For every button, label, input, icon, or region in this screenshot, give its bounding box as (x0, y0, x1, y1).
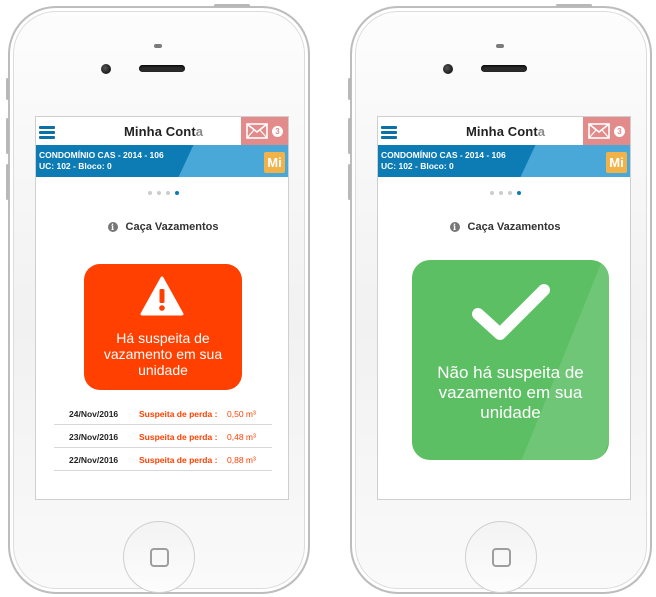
condominium-name: CONDOMÍNIO CAS - 2014 - 106 (381, 150, 506, 160)
info-icon[interactable]: i (449, 222, 460, 232)
volume-down-button (6, 164, 9, 200)
loss-value: 0,88 m³ (227, 455, 256, 465)
section-title: i Caça Vazamentos (378, 221, 630, 233)
app-screen: Minha Conta 3 CONDOMÍNIO CAS - 2014 - 10… (377, 116, 631, 500)
warning-triangle-icon (140, 276, 184, 316)
loss-value: 0,50 m³ (227, 409, 256, 419)
no-leak-card: Não há suspeita de vazamento em sua unid… (412, 260, 609, 460)
power-button (556, 4, 592, 7)
phone-mockup-no-leak: Minha Conta 3 CONDOMÍNIO CAS - 2014 - 10… (348, 4, 652, 594)
mute-switch (6, 78, 9, 100)
no-leak-text: Não há suspeita de vazamento em sua unid… (437, 363, 584, 422)
messages-button[interactable]: 3 (583, 117, 630, 145)
list-item: 24/Nov/2016 Suspeita de perda : 0,50 m³ (54, 402, 272, 425)
app-header: Minha Conta 3 (378, 117, 630, 145)
earpiece-speaker (481, 65, 527, 72)
loss-date: 23/Nov/2016 (69, 432, 119, 442)
page-dot[interactable] (147, 191, 152, 195)
app-header: Minha Conta 3 (36, 117, 288, 145)
home-button[interactable] (123, 521, 195, 593)
hamburger-menu-icon[interactable] (39, 126, 55, 139)
leak-alert-card: Há suspeita de vazamento em sua unidade (84, 264, 242, 390)
loss-value: 0,48 m³ (227, 432, 256, 442)
message-count-badge: 3 (614, 126, 625, 137)
volume-up-button (6, 118, 9, 154)
brand-badge: Mi (264, 152, 285, 173)
page-dot-active[interactable] (516, 191, 521, 195)
page-dot[interactable] (489, 191, 494, 195)
message-count-badge: 3 (272, 126, 283, 137)
loss-label: Suspeita de perda : (139, 432, 218, 442)
list-item: 23/Nov/2016 Suspeita de perda : 0,48 m³ (54, 425, 272, 448)
earpiece-speaker (139, 65, 185, 72)
front-camera (101, 64, 111, 74)
section-title: i Caça Vazamentos (36, 221, 288, 233)
loss-date: 24/Nov/2016 (69, 409, 119, 419)
proximity-sensor (496, 44, 504, 48)
app-screen: Minha Conta 3 CONDOMÍNIO CAS - 2014 - 10… (35, 116, 289, 500)
page-dot-active[interactable] (174, 191, 179, 195)
list-item: 22/Nov/2016 Suspeita de perda : 0,88 m³ (54, 448, 272, 471)
page-dot[interactable] (507, 191, 512, 195)
unit-info: UC: 102 - Bloco: 0 (39, 161, 112, 171)
page-indicator[interactable] (36, 191, 288, 197)
brand-badge: Mi (606, 152, 627, 173)
power-button (214, 4, 250, 7)
proximity-sensor (154, 44, 162, 48)
unit-info: UC: 102 - Bloco: 0 (381, 161, 454, 171)
envelope-icon (246, 123, 268, 139)
loss-label: Suspeita de perda : (139, 409, 218, 419)
loss-date: 22/Nov/2016 (69, 455, 119, 465)
volume-down-button (348, 164, 351, 200)
info-icon[interactable]: i (107, 222, 118, 232)
volume-up-button (348, 118, 351, 154)
checkmark-icon (472, 284, 550, 340)
home-button[interactable] (465, 521, 537, 593)
account-bar[interactable]: CONDOMÍNIO CAS - 2014 - 106 UC: 102 - Bl… (378, 145, 630, 177)
page-indicator[interactable] (378, 191, 630, 197)
page-title: Minha Conta (466, 124, 546, 139)
phone-mockup-leak-alert: Minha Conta 3 CONDOMÍNIO CAS - 2014 - 10… (6, 4, 310, 594)
front-camera (443, 64, 453, 74)
loss-label: Suspeita de perda : (139, 455, 218, 465)
envelope-icon (588, 123, 610, 139)
leak-alert-text: Há suspeita de vazamento em sua unidade (103, 330, 223, 378)
page-title: Minha Conta (124, 124, 204, 139)
page-dot[interactable] (156, 191, 161, 195)
messages-button[interactable]: 3 (241, 117, 288, 145)
account-bar[interactable]: CONDOMÍNIO CAS - 2014 - 106 UC: 102 - Bl… (36, 145, 288, 177)
loss-list: 24/Nov/2016 Suspeita de perda : 0,50 m³ … (54, 402, 272, 471)
page-dot[interactable] (498, 191, 503, 195)
hamburger-menu-icon[interactable] (381, 126, 397, 139)
condominium-name: CONDOMÍNIO CAS - 2014 - 106 (39, 150, 164, 160)
page-dot[interactable] (165, 191, 170, 195)
mute-switch (348, 78, 351, 100)
